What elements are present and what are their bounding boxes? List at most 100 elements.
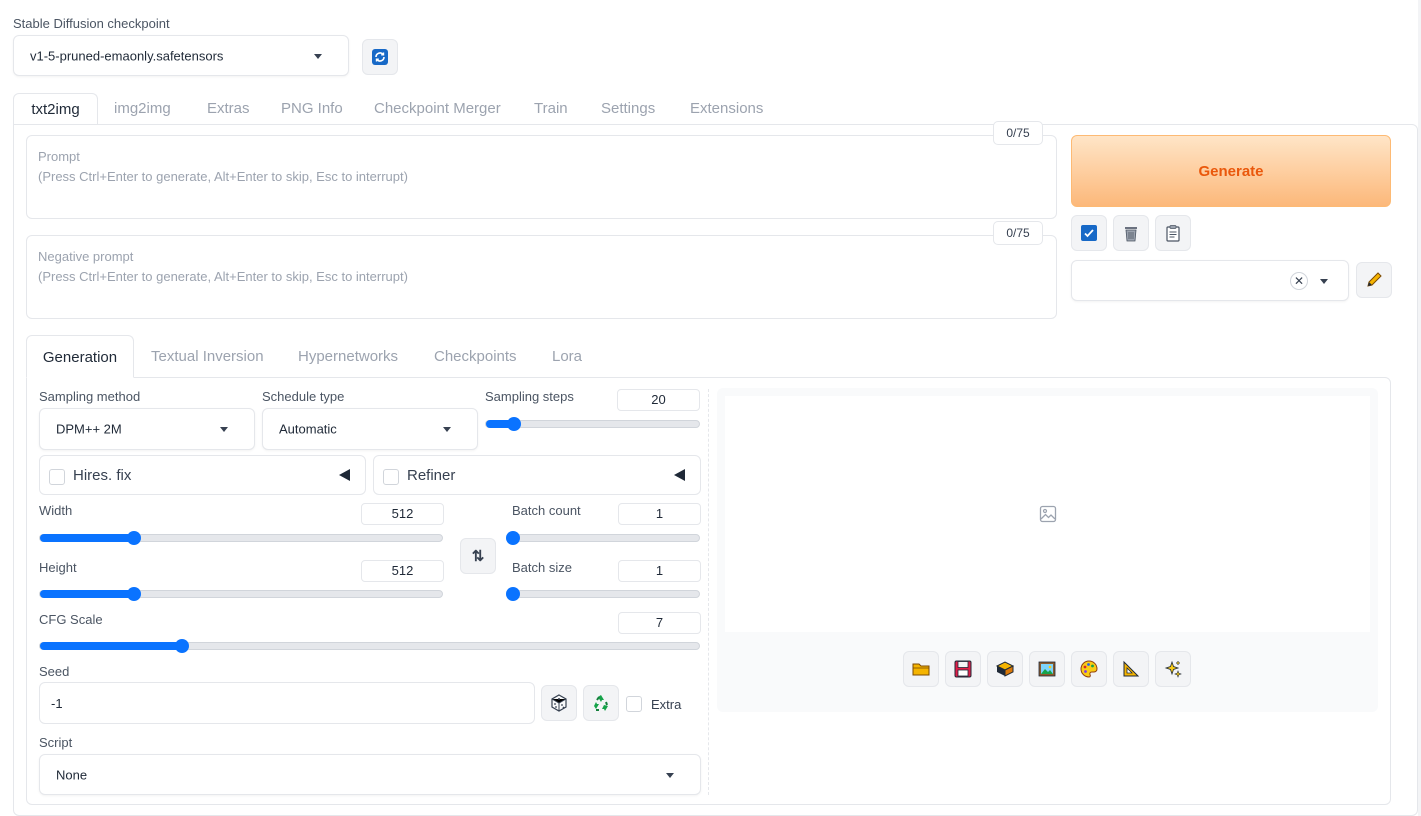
show-extra-networks-button[interactable] [1071, 215, 1107, 251]
tab-textual-inversion[interactable]: Textual Inversion [135, 335, 280, 378]
refiner-accordion[interactable]: Refiner [373, 455, 701, 495]
package-icon [995, 661, 1015, 677]
clear-prompt-button[interactable] [1113, 215, 1149, 251]
batch-count-input[interactable]: 1 [618, 503, 701, 525]
chevron-down-icon [220, 427, 228, 432]
chevron-down-icon [666, 772, 674, 778]
edit-styles-button[interactable] [1356, 262, 1392, 298]
cfg-scale-slider[interactable] [39, 639, 700, 653]
tab-settings[interactable]: Settings [585, 93, 671, 125]
chevron-down-icon [314, 53, 322, 59]
slider-thumb[interactable] [506, 417, 521, 431]
folder-icon [912, 663, 930, 676]
tab-train[interactable]: Train [518, 93, 584, 125]
width-slider[interactable] [39, 531, 443, 545]
seed-value: -1 [51, 696, 63, 711]
height-input[interactable]: 512 [361, 560, 444, 582]
tab-hypernetworks[interactable]: Hypernetworks [282, 335, 414, 378]
slider-thumb[interactable] [506, 587, 520, 601]
prompt-textarea[interactable]: Prompt (Press Ctrl+Enter to generate, Al… [26, 135, 1057, 219]
sampling-steps-input[interactable]: 20 [617, 389, 700, 411]
batch-size-label: Batch size [512, 560, 572, 575]
tab-img2img[interactable]: img2img [98, 93, 187, 125]
batch-size-input[interactable]: 1 [618, 560, 701, 582]
tab-checkpoints[interactable]: Checkpoints [418, 335, 533, 378]
cfg-scale-label: CFG Scale [39, 612, 103, 627]
clipboard-icon [1166, 225, 1180, 242]
picture-icon [1038, 661, 1056, 677]
column-divider [708, 389, 709, 795]
save-button[interactable] [945, 651, 981, 687]
swap-arrows-icon: ⇅ [471, 548, 485, 565]
tab-png-info[interactable]: PNG Info [265, 93, 359, 125]
hires-fix-accordion[interactable]: Hires. fix [39, 455, 366, 495]
palette-icon [1080, 660, 1098, 678]
sampling-steps-slider[interactable] [485, 417, 700, 431]
height-label: Height [39, 560, 77, 575]
tab-checkpoint-merger[interactable]: Checkpoint Merger [358, 93, 517, 125]
checkbox-checked-icon [1081, 225, 1097, 241]
script-dropdown[interactable]: None [39, 754, 701, 795]
generate-button[interactable]: Generate [1071, 135, 1391, 207]
random-seed-button[interactable] [541, 685, 577, 721]
checkpoint-value: v1-5-pruned-emaonly.safetensors [30, 48, 224, 63]
tab-extras[interactable]: Extras [191, 93, 266, 125]
recycle-icon [594, 695, 608, 711]
send-to-img2img-button[interactable] [1029, 651, 1065, 687]
reuse-seed-button[interactable] [583, 685, 619, 721]
slider-thumb[interactable] [174, 639, 189, 653]
batch-count-slider[interactable] [506, 531, 700, 545]
generate-label: Generate [1198, 162, 1264, 180]
styles-dropdown[interactable]: ✕ [1071, 260, 1349, 301]
seed-extra-checkbox[interactable] [626, 696, 642, 712]
height-slider[interactable] [39, 587, 443, 601]
main-tabs: txt2img img2img Extras PNG Info Checkpoi… [13, 93, 1418, 125]
tab-txt2img[interactable]: txt2img [13, 93, 98, 125]
generate-info-button[interactable] [1155, 651, 1191, 687]
schedule-type-value: Automatic [279, 421, 337, 437]
chevron-down-icon [443, 427, 451, 432]
sampling-method-dropdown[interactable]: DPM++ 2M [39, 408, 255, 450]
width-label: Width [39, 503, 73, 518]
sub-tabs: Generation Textual Inversion Hypernetwor… [26, 335, 726, 378]
batch-size-slider[interactable] [506, 587, 700, 601]
output-image-area [725, 396, 1370, 632]
negative-prompt-placeholder-title: Negative prompt [38, 249, 134, 264]
zip-button[interactable] [987, 651, 1023, 687]
seed-input[interactable]: -1 [39, 682, 535, 724]
apply-styles-button[interactable] [1155, 215, 1191, 251]
open-folder-button[interactable] [903, 651, 939, 687]
trash-icon [1125, 227, 1137, 242]
pencil-icon [1367, 272, 1382, 287]
refresh-checkpoint-button[interactable] [362, 39, 398, 75]
seed-extra-label: Extra [651, 697, 682, 712]
sparkles-icon [1164, 660, 1182, 678]
schedule-type-label: Schedule type [262, 389, 345, 404]
tab-generation[interactable]: Generation [26, 335, 134, 378]
schedule-type-dropdown[interactable]: Automatic [262, 408, 478, 450]
script-value: None [56, 767, 88, 782]
send-to-extras-button[interactable] [1113, 651, 1149, 687]
width-input[interactable]: 512 [361, 503, 444, 525]
swap-dimensions-button[interactable]: ⇅ [460, 538, 496, 574]
tab-lora[interactable]: Lora [536, 335, 598, 378]
chevron-down-icon [1320, 278, 1328, 284]
checkpoint-dropdown[interactable]: v1-5-pruned-emaonly.safetensors [13, 35, 349, 76]
slider-fill [40, 642, 182, 650]
refiner-checkbox[interactable] [383, 469, 399, 485]
sampling-steps-label: Sampling steps [485, 389, 574, 404]
sampling-method-value: DPM++ 2M [56, 421, 122, 437]
image-placeholder-icon [1039, 505, 1056, 523]
floppy-disk-icon [954, 660, 972, 678]
negative-prompt-textarea[interactable]: Negative prompt (Press Ctrl+Enter to gen… [26, 235, 1057, 319]
slider-fill [40, 534, 135, 542]
hires-fix-checkbox[interactable] [49, 469, 65, 485]
send-to-inpaint-button[interactable] [1071, 651, 1107, 687]
clear-icon[interactable]: ✕ [1290, 272, 1308, 290]
prompt-placeholder-hint: (Press Ctrl+Enter to generate, Alt+Enter… [38, 169, 408, 184]
tab-extensions[interactable]: Extensions [674, 93, 779, 125]
prompt-placeholder-title: Prompt [38, 149, 80, 164]
cfg-scale-input[interactable]: 7 [618, 612, 701, 634]
slider-thumb[interactable] [506, 531, 520, 545]
seed-label: Seed [39, 664, 70, 679]
